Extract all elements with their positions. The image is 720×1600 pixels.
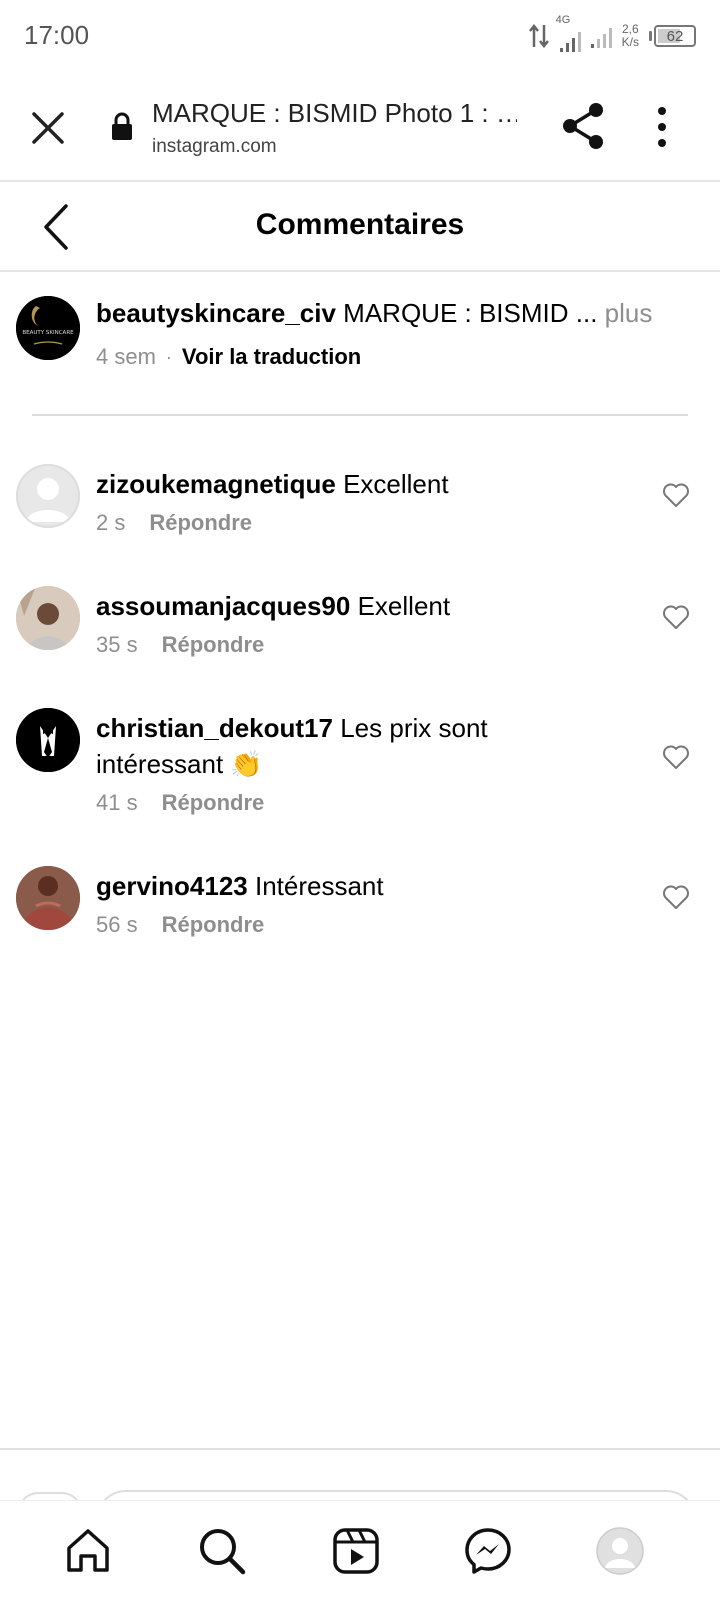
comment-meta: 56 s Répondre — [96, 912, 264, 938]
caption-divider — [32, 414, 688, 416]
reply-button[interactable]: Répondre — [162, 632, 265, 658]
default-avatar-icon — [26, 478, 70, 522]
signal-strength-icon — [559, 28, 581, 52]
reply-button[interactable]: Répondre — [162, 912, 265, 938]
comment-time: 2 s — [96, 510, 126, 535]
input-divider — [0, 1448, 720, 1450]
translate-link[interactable]: Voir la traduction — [182, 344, 361, 370]
caption-meta: 4 sem · Voir la traduction — [96, 344, 361, 370]
comment-meta: 2 s Répondre — [96, 510, 252, 536]
comment-text: gervino4123 Intéressant — [96, 868, 616, 904]
search-icon — [200, 1529, 246, 1575]
caption-username[interactable]: beautyskincare_civ — [96, 298, 336, 328]
comment-body: Intéressant — [254, 871, 384, 901]
comment-text: christian_dekout17 Les prix sont intéres… — [96, 710, 616, 782]
close-icon[interactable] — [28, 108, 68, 148]
nav-messenger[interactable] — [462, 1525, 514, 1577]
nav-home[interactable] — [62, 1525, 114, 1577]
home-icon — [67, 1529, 109, 1572]
reels-icon — [333, 1528, 379, 1574]
caption-text: beautyskincare_civ MARQUE : BISMID ... p… — [96, 298, 652, 329]
reply-button[interactable]: Répondre — [162, 790, 265, 816]
data-transfer-icon — [528, 23, 549, 49]
beauty-skincare-logo-icon: BEAUTY SKINCARE — [16, 296, 80, 360]
meta-separator: · — [165, 346, 172, 367]
comment-username[interactable]: zizoukemagnetique — [96, 469, 336, 499]
page-title[interactable]: MARQUE : BISMID Photo 1 : … — [152, 98, 517, 129]
battery-level: 62 — [666, 27, 684, 45]
reply-button[interactable]: Répondre — [149, 510, 252, 536]
comment-time: 56 s — [96, 912, 138, 937]
caption-more-link[interactable]: plus — [605, 298, 653, 328]
speed-unit: K/s — [621, 35, 639, 49]
heart-icon[interactable] — [662, 884, 690, 910]
status-time: 17:00 — [24, 20, 90, 50]
comment-username[interactable]: gervino4123 — [96, 871, 248, 901]
more-vertical-icon[interactable] — [652, 106, 672, 148]
nav-profile[interactable] — [594, 1525, 646, 1577]
lock-icon — [112, 112, 132, 140]
network-type: 4G — [555, 14, 571, 26]
user-photo-icon — [16, 586, 80, 650]
status-icons: 4G 2,6 K/s 62 — [528, 14, 696, 54]
comment-time: 41 s — [96, 790, 138, 815]
browser-toolbar: MARQUE : BISMID Photo 1 : … instagram.co… — [0, 72, 720, 182]
nav-search[interactable] — [196, 1525, 248, 1577]
page-url[interactable]: instagram.com — [152, 136, 277, 158]
avatar-logo-text: BEAUTY SKINCARE — [22, 330, 74, 336]
comment-meta: 41 s Répondre — [96, 790, 264, 816]
avatar[interactable] — [16, 866, 80, 930]
battery-tip — [649, 31, 652, 41]
signal-strength-sim2-icon — [590, 24, 612, 48]
network-speed: 2,6 K/s — [622, 23, 639, 49]
user-photo-icon — [16, 866, 80, 930]
heart-icon[interactable] — [662, 482, 690, 508]
comment-meta: 35 s Répondre — [96, 632, 264, 658]
status-bar: 17:00 4G 2,6 K/s 62 — [0, 0, 720, 72]
comment-body: Excellent — [343, 469, 449, 499]
messenger-icon — [465, 1528, 511, 1574]
comments-header: Commentaires — [0, 184, 720, 272]
battery-icon: 62 — [654, 25, 696, 47]
heart-icon[interactable] — [662, 604, 690, 630]
header-title: Commentaires — [255, 208, 465, 241]
share-icon[interactable] — [562, 102, 606, 150]
comment-time: 35 s — [96, 632, 138, 657]
heart-icon[interactable] — [662, 744, 690, 770]
comment-username[interactable]: christian_dekout17 — [96, 713, 333, 743]
bottom-navigation — [0, 1500, 720, 1600]
avatar[interactable] — [16, 464, 80, 528]
profile-avatar — [596, 1527, 644, 1575]
comment-body: Exellent — [357, 591, 451, 621]
caption-body: MARQUE : BISMID ... — [343, 298, 598, 328]
tuxedo-icon — [16, 708, 80, 772]
comment-username[interactable]: assoumanjacques90 — [96, 591, 350, 621]
avatar[interactable]: BEAUTY SKINCARE — [16, 296, 80, 360]
nav-reels[interactable] — [330, 1525, 382, 1577]
avatar[interactable] — [16, 708, 80, 772]
caption-time: 4 sem — [96, 344, 156, 369]
comment-text: assoumanjacques90 Exellent — [96, 588, 616, 624]
avatar[interactable] — [16, 586, 80, 650]
comment-text: zizoukemagnetique Excellent — [96, 466, 616, 502]
